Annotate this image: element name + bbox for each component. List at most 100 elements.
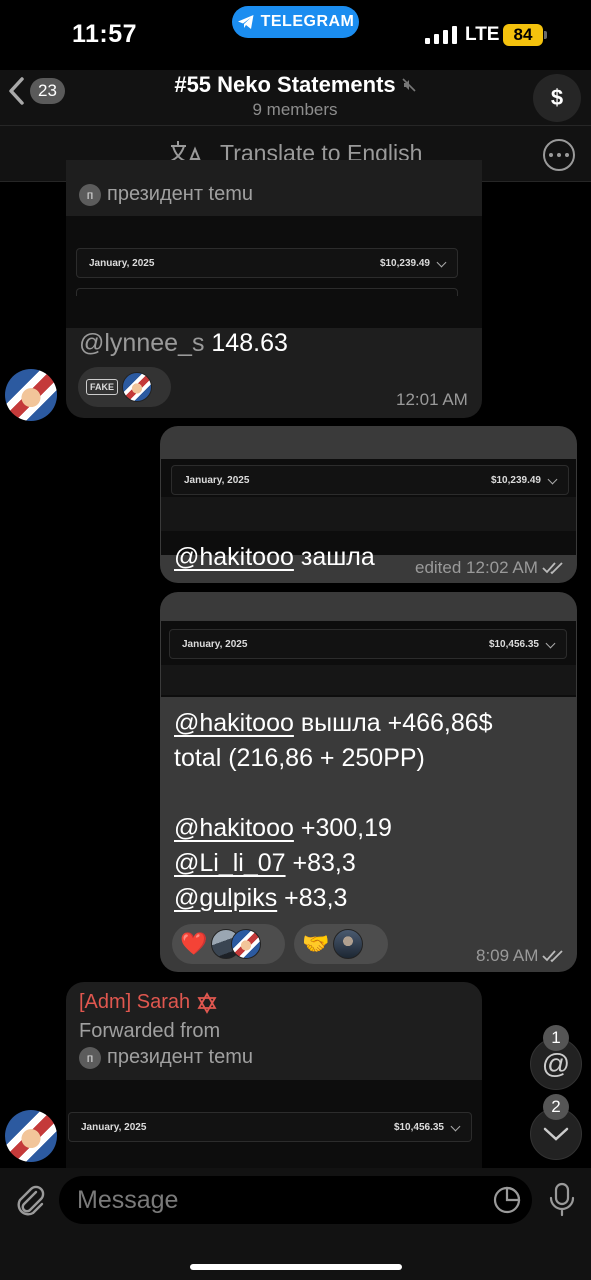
statement-footer xyxy=(161,497,576,531)
signal-icon xyxy=(425,26,457,44)
chevron-left-icon xyxy=(9,77,24,105)
line-text: вышла +466,86$ xyxy=(300,709,493,737)
message-bubble-incoming[interactable]: п президент temu January, 2025 $10,239.4… xyxy=(66,160,482,418)
sender-name[interactable]: [Adm] Sarah xyxy=(79,991,190,1014)
sticker-icon[interactable] xyxy=(492,1185,522,1215)
chevron-down-icon xyxy=(545,638,556,648)
network-type: LTE xyxy=(465,24,500,45)
message-text: @hakitooo зашла xyxy=(174,540,375,575)
clock: 11:57 xyxy=(72,20,138,48)
reaction-chip-handshake[interactable]: 🤝 xyxy=(294,924,388,964)
message-time: 12:01 AM xyxy=(396,390,468,410)
mention[interactable]: @hakitooo xyxy=(174,814,294,842)
message-line: @hakitooo +300,19 xyxy=(174,811,493,846)
chat-header: 23 #55 Neko Statements 9 members $ xyxy=(0,70,591,126)
chat-title-area[interactable]: #55 Neko Statements 9 members xyxy=(120,72,470,120)
chat-title: #55 Neko Statements xyxy=(174,72,396,97)
message-line: @gulpiks +83,3 xyxy=(174,881,493,916)
sender-name-row: [Adm] Sarah xyxy=(79,991,218,1014)
statement-row-divider xyxy=(76,288,458,296)
reactor-avatar xyxy=(333,929,364,959)
line-text: +300,19 xyxy=(300,814,392,842)
mentions-count-badge: 1 xyxy=(543,1025,569,1051)
microphone-icon[interactable] xyxy=(548,1182,576,1218)
message-line: @hakitooo вышла +466,86$ xyxy=(174,706,493,741)
timestamp: edited 12:02 AM xyxy=(415,558,538,577)
reactor-avatar xyxy=(122,372,152,402)
statement-image[interactable]: January, 2025 $10,456.35 xyxy=(66,1080,482,1168)
mention[interactable]: @hakitooo xyxy=(174,709,294,737)
timestamp: 8:09 AM xyxy=(476,946,539,965)
at-icon: @ xyxy=(541,1048,571,1079)
statement-footer xyxy=(161,665,576,695)
double-check-icon xyxy=(542,950,564,963)
statement-image[interactable]: January, 2025 $10,456.35 xyxy=(161,621,576,697)
message-body: зашла xyxy=(300,543,375,571)
chevron-down-icon xyxy=(450,1121,461,1131)
mention[interactable]: @lynnee_s xyxy=(79,329,204,357)
telegram-icon xyxy=(237,15,254,29)
handshake-reaction-icon: 🤝 xyxy=(302,931,330,956)
battery-indicator: 84 xyxy=(503,24,543,46)
star-of-david-icon xyxy=(197,991,217,1014)
forwarded-from-row[interactable]: п президент temu xyxy=(79,1046,253,1069)
sender-avatar[interactable] xyxy=(5,369,57,421)
message-text: @lynnee_s 148.63 xyxy=(79,326,288,361)
reaction-chip[interactable]: FAKE xyxy=(78,367,171,407)
statement-amount: $10,239.49 xyxy=(379,257,430,269)
dollar-icon: $ xyxy=(550,85,564,110)
forward-source-avatar: п xyxy=(79,1046,101,1069)
message-input[interactable] xyxy=(59,1176,532,1224)
message-bubble-outgoing[interactable]: January, 2025 $10,456.35 @hakitooo вышла… xyxy=(160,592,577,972)
mention[interactable]: @Li_li_07 xyxy=(174,849,286,877)
home-indicator[interactable] xyxy=(190,1264,402,1270)
mention[interactable]: @gulpiks xyxy=(174,884,277,912)
unread-count-badge: 23 xyxy=(30,78,65,104)
fake-badge: FAKE xyxy=(86,379,118,395)
message-line: @Li_li_07 +83,3 xyxy=(174,846,493,881)
statement-row: January, 2025 $10,239.49 xyxy=(171,465,569,495)
heart-reaction-icon: ❤️ xyxy=(180,931,208,956)
chat-avatar[interactable]: $ xyxy=(533,74,581,122)
message-bubble-outgoing[interactable]: January, 2025 $10,239.49 @hakitooo зашла… xyxy=(160,426,577,583)
dot xyxy=(557,153,561,157)
forward-source-name: президент temu xyxy=(107,1046,253,1068)
dot xyxy=(549,153,553,157)
battery-tip xyxy=(544,31,547,39)
line-text: +83,3 xyxy=(292,849,356,877)
mention[interactable]: @hakitooo xyxy=(174,543,294,571)
line-text: +83,3 xyxy=(284,884,348,912)
line-text: total (216,86 + 250PP) xyxy=(174,744,425,772)
forward-source-name: президент temu xyxy=(107,183,253,205)
statement-amount: $10,239.49 xyxy=(490,474,541,486)
paperclip-icon[interactable] xyxy=(12,1182,48,1218)
statement-row: January, 2025 $10,239.49 xyxy=(76,248,458,278)
sender-avatar[interactable] xyxy=(5,1110,57,1162)
forwarded-from-row: п президент temu xyxy=(79,183,253,206)
reaction-chip-heart[interactable]: ❤️ xyxy=(172,924,285,964)
more-options-button[interactable] xyxy=(543,139,575,171)
message-bubble-incoming[interactable]: [Adm] Sarah Forwarded from п президент t… xyxy=(66,982,482,1168)
statement-month: January, 2025 xyxy=(184,474,250,486)
double-check-icon xyxy=(542,562,563,575)
statement-image[interactable]: January, 2025 $10,239.49 xyxy=(66,216,482,328)
message-body: 148.63 xyxy=(211,329,288,357)
message-meta: edited 12:02 AM xyxy=(415,558,564,578)
chevron-down-icon xyxy=(547,474,558,484)
statement-month: January, 2025 xyxy=(182,638,248,650)
members-count: 9 members xyxy=(252,100,338,119)
chevron-down-icon xyxy=(543,1127,569,1141)
back-button[interactable]: 23 xyxy=(8,76,65,106)
dot xyxy=(565,153,569,157)
unread-count-badge: 2 xyxy=(543,1094,569,1120)
statement-amount: $10,456.35 xyxy=(488,638,539,650)
message-text: @hakitooo вышла +466,86$ total (216,86 +… xyxy=(174,706,493,916)
telegram-return-pill[interactable]: TELEGRAM xyxy=(232,6,359,38)
status-bar: 11:57 TELEGRAM LTE 84 xyxy=(0,0,591,70)
statement-month: January, 2025 xyxy=(89,257,155,269)
statement-row: January, 2025 $10,456.35 xyxy=(68,1112,472,1142)
muted-icon xyxy=(402,78,416,92)
reactor-avatar xyxy=(231,929,262,959)
timestamp: 12:01 AM xyxy=(396,390,468,409)
